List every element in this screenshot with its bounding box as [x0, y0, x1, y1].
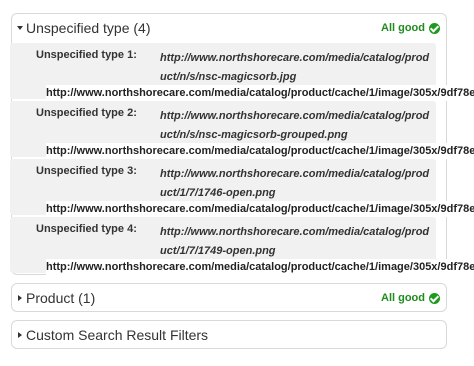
- list-item: Unspecified type 4: http://www.northshor…: [10, 217, 474, 275]
- list-item: Unspecified type 1: http://www.northshor…: [10, 43, 474, 101]
- caret-down-icon: [17, 26, 23, 30]
- entry-label: Unspecified type 1:: [36, 49, 137, 61]
- section-header-unspecified-type[interactable]: Unspecified type (4) All good: [12, 14, 446, 43]
- status-badge: All good: [381, 292, 440, 304]
- section-title: Custom Search Result Filters: [26, 327, 209, 343]
- entry-link[interactable]: http://www.northshorecare.com/media/cata…: [160, 49, 430, 87]
- entry-url: http://www.northshorecare.com/media/cata…: [46, 259, 474, 275]
- status-label: All good: [381, 22, 425, 35]
- list-item: Unspecified type 3: http://www.northshor…: [10, 159, 474, 217]
- section-product: Product (1) All good: [11, 283, 447, 312]
- status-label: All good: [381, 292, 425, 305]
- status-badge: All good: [381, 22, 440, 34]
- check-circle-icon: [429, 292, 440, 304]
- entry-url: http://www.northshorecare.com/media/cata…: [46, 201, 474, 217]
- section-title: Unspecified type (4): [26, 20, 151, 36]
- entry-link[interactable]: http://www.northshorecare.com/media/cata…: [160, 223, 430, 261]
- entry-list: Unspecified type 1: http://www.northshor…: [10, 43, 474, 275]
- section-custom-search-result-filters: Custom Search Result Filters: [11, 320, 447, 349]
- section-title: Product (1): [26, 290, 96, 306]
- entry-link[interactable]: http://www.northshorecare.com/media/cata…: [160, 165, 430, 203]
- entry-url: http://www.northshorecare.com/media/cata…: [46, 143, 474, 159]
- entry-label: Unspecified type 4:: [36, 223, 137, 235]
- entry-label: Unspecified type 3:: [36, 165, 137, 177]
- section-header-custom-search-result-filters[interactable]: Custom Search Result Filters: [12, 321, 446, 350]
- section-header-product[interactable]: Product (1) All good: [12, 284, 446, 313]
- caret-right-icon: [18, 295, 22, 301]
- entry-link[interactable]: http://www.northshorecare.com/media/cata…: [160, 107, 430, 145]
- caret-right-icon: [18, 332, 22, 338]
- entry-label: Unspecified type 2:: [36, 107, 137, 119]
- entry-url: http://www.northshorecare.com/media/cata…: [46, 85, 474, 101]
- list-item: Unspecified type 2: http://www.northshor…: [10, 101, 474, 159]
- check-circle-icon: [429, 22, 440, 34]
